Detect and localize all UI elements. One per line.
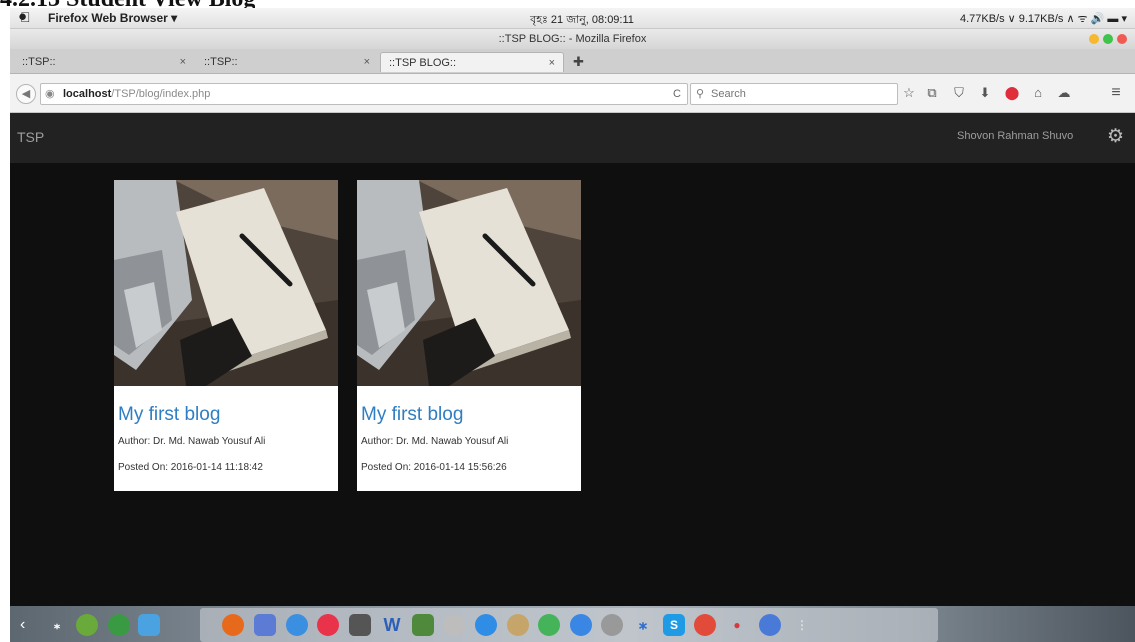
tab-close-icon[interactable]: × (549, 53, 555, 73)
app-icon[interactable] (759, 614, 781, 636)
network-status[interactable]: 4.77KB/s ∨ 9.17KB/s ∧ ᯤ 🔊 ▬ ▾ (960, 11, 1127, 26)
blog-card[interactable]: My first blog Author: Dr. Md. Nawab Yous… (357, 180, 581, 491)
blog-card[interactable]: My first blog Author: Dr. Md. Nawab Yous… (114, 180, 338, 491)
tab-label: ::TSP:: (204, 56, 238, 68)
camera-icon[interactable] (349, 614, 371, 636)
user-name[interactable]: Shovon Rahman Shuvo (957, 130, 1073, 142)
skype-icon[interactable]: S (663, 614, 685, 636)
dock: ‹ ⁎ W ⁎ S ● ⋮ (10, 606, 1135, 642)
app-icon[interactable] (108, 614, 130, 636)
app-icon[interactable] (538, 614, 560, 636)
blog-author: Author: Dr. Md. Nawab Yousuf Ali (361, 436, 509, 447)
bookmark-star-icon[interactable]: ☆ (900, 85, 918, 101)
page-content: TSP Shovon Rahman Shuvo ⚙ My first blog … (10, 113, 1135, 606)
window-title: ::TSP BLOG:: - Mozilla Firefox (498, 33, 647, 45)
blog-author: Author: Dr. Md. Nawab Yousuf Ali (118, 436, 266, 447)
downloads-icon[interactable]: ⬇ (976, 85, 994, 101)
url-text: localhost/TSP/blog/index.php (63, 84, 210, 104)
app-icon[interactable] (412, 614, 434, 636)
preview-icon[interactable] (254, 614, 276, 636)
tab-tsp-2[interactable]: ::TSP:: × (196, 52, 378, 72)
back-button[interactable]: ◀ (16, 84, 36, 104)
blog-thumbnail[interactable] (114, 180, 338, 386)
pocket-icon[interactable]: ⛉ (950, 85, 968, 101)
tab-close-icon[interactable]: × (180, 52, 186, 72)
search-icon: ⚲ (696, 88, 705, 100)
bluetooth-dock-icon[interactable]: ⁎ (632, 614, 654, 636)
app-icon[interactable] (138, 614, 160, 636)
menubar-clock[interactable]: বৃহঃ 21 জানু, 08:09:11 (472, 11, 692, 30)
window-controls (1085, 34, 1127, 47)
blog-title-link[interactable]: My first blog (361, 404, 463, 426)
url-bar[interactable]: ◉ localhost/TSP/blog/index.php C (40, 83, 688, 105)
dock-left-arrow-icon[interactable]: ‹ (20, 616, 25, 634)
apple-logo-icon[interactable]: ● (18, 8, 27, 25)
home-icon[interactable]: ⌂ (1029, 85, 1047, 101)
launchpad-icon[interactable]: ⋮ (791, 614, 813, 636)
screen:  ● Firefox Web Browser ▾ বৃহঃ 21 জানু, … (10, 8, 1135, 642)
blog-title-link[interactable]: My first blog (118, 404, 220, 426)
app-menu[interactable]: Firefox Web Browser ▾ (48, 11, 177, 25)
tab-tsp-1[interactable]: ::TSP:: × (14, 52, 194, 72)
reading-list-icon[interactable]: ⧉ (923, 85, 941, 101)
itunes-icon[interactable] (317, 614, 339, 636)
tab-strip: ::TSP:: × ::TSP:: × ::TSP BLOG:: × ✚ (10, 49, 1135, 74)
blog-thumbnail[interactable] (357, 180, 581, 386)
messenger-icon[interactable] (570, 614, 592, 636)
firefox-icon[interactable] (222, 614, 244, 636)
menu-bar:  ● Firefox Web Browser ▾ বৃহঃ 21 জানু, … (10, 8, 1135, 29)
minimize-button[interactable] (1089, 34, 1099, 44)
app-icon[interactable] (507, 614, 529, 636)
chat-icon[interactable]: ☁ (1055, 85, 1073, 101)
window-titlebar: ::TSP BLOG:: - Mozilla Firefox (10, 29, 1135, 49)
bluetooth-icon[interactable]: ⁎ (46, 614, 68, 636)
addon-icon[interactable]: ⬤ (1003, 85, 1021, 101)
url-path: /TSP/blog/index.php (111, 88, 211, 100)
tab-close-icon[interactable]: × (364, 52, 370, 72)
app-icon[interactable] (601, 614, 623, 636)
chrome-icon[interactable] (694, 614, 716, 636)
url-host: localhost (63, 88, 112, 100)
tab-tsp-blog[interactable]: ::TSP BLOG:: × (380, 52, 564, 72)
search-box[interactable]: ⚲ (690, 83, 898, 105)
site-navbar: TSP Shovon Rahman Shuvo ⚙ (10, 113, 1135, 163)
blog-posted-date: Posted On: 2016-01-14 11:18:42 (118, 462, 263, 473)
new-tab-icon[interactable]: ✚ (573, 52, 584, 72)
reload-icon[interactable]: C (673, 84, 681, 104)
maximize-button[interactable] (1103, 34, 1113, 44)
document-heading: 4.2.13 Student View Blog (0, 0, 255, 8)
app-store-icon[interactable] (475, 614, 497, 636)
word-icon[interactable]: W (381, 614, 403, 636)
messages-icon[interactable] (286, 614, 308, 636)
search-input[interactable] (711, 86, 891, 101)
hamburger-menu-icon[interactable]: ≡ (1107, 85, 1125, 101)
tab-label: ::TSP BLOG:: (389, 57, 457, 69)
app-icon[interactable] (443, 614, 465, 636)
nav-toolbar: ◀ ◉ localhost/TSP/blog/index.php C ⚲ ☆ ⧉… (10, 74, 1135, 113)
laptop-notebook-image (114, 180, 338, 386)
app-icon[interactable] (76, 614, 98, 636)
laptop-notebook-image (357, 180, 581, 386)
blog-posted-date: Posted On: 2016-01-14 15:56:26 (361, 462, 507, 473)
tab-label: ::TSP:: (22, 56, 56, 68)
app-icon[interactable]: ● (726, 614, 748, 636)
dock-shelf (200, 608, 938, 642)
site-brand[interactable]: TSP (17, 129, 44, 145)
close-window-button[interactable] (1117, 34, 1127, 44)
site-info-icon[interactable]: ◉ (45, 84, 55, 104)
gear-icon[interactable]: ⚙ (1107, 127, 1124, 147)
